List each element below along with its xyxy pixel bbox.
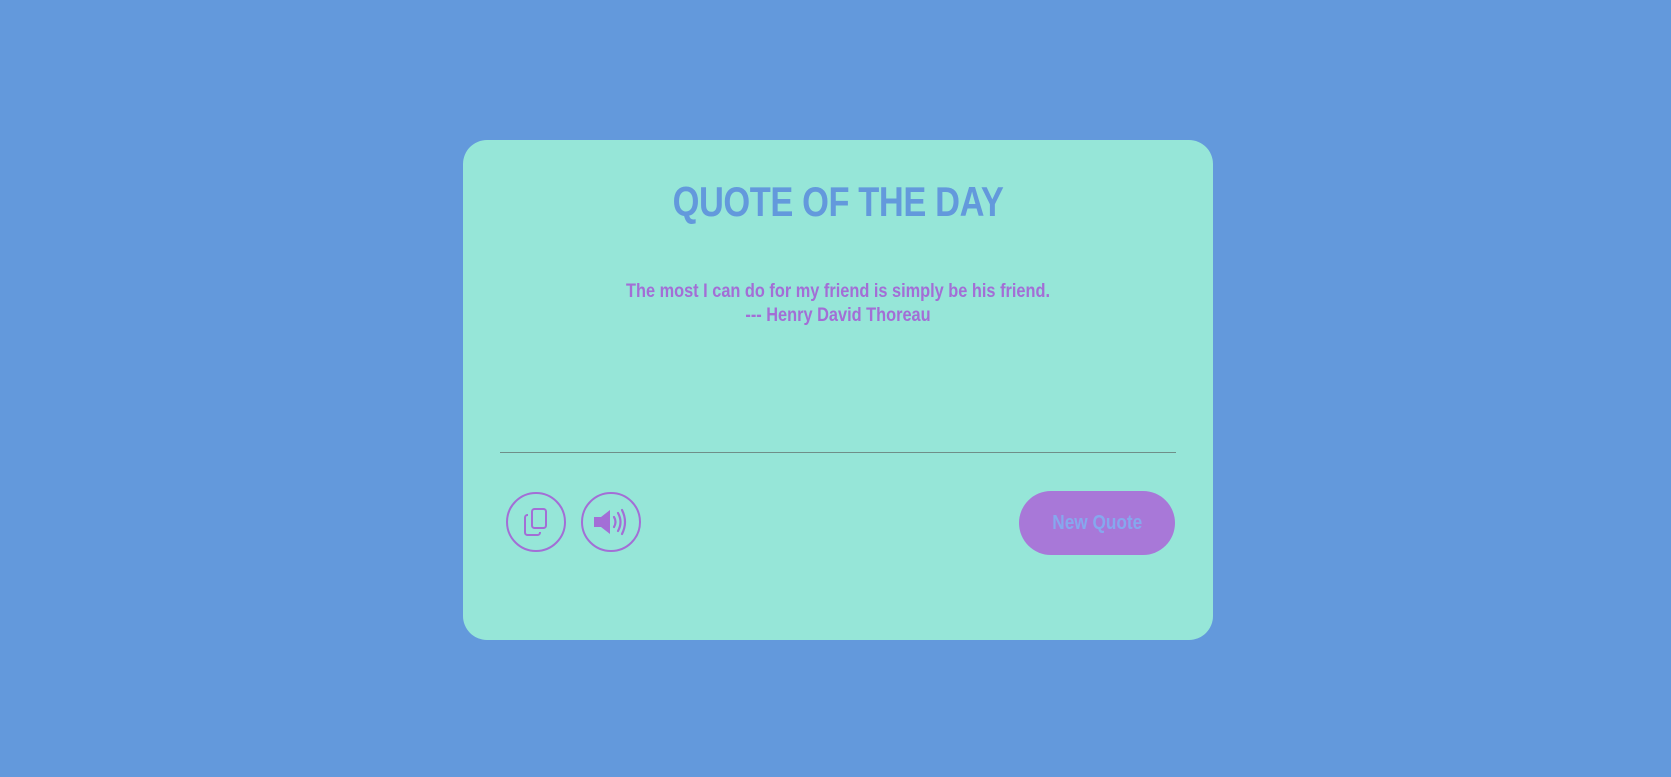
quote-text: The most I can do for my friend is simpl…: [625, 281, 1051, 302]
new-quote-button[interactable]: New Quote: [1019, 491, 1175, 555]
speaker-icon: [592, 507, 630, 537]
page-title: QUOTE OF THE DAY: [672, 178, 1004, 225]
new-quote-label: New Quote: [1052, 511, 1142, 534]
copy-icon: [522, 507, 550, 537]
divider: [500, 452, 1176, 453]
quote-block: The most I can do for my friend is simpl…: [516, 280, 1161, 328]
quote-author: --- Henry David Thoreau: [745, 305, 931, 326]
speak-button[interactable]: [581, 492, 641, 552]
copy-button[interactable]: [506, 492, 566, 552]
quote-card: QUOTE OF THE DAY The most I can do for m…: [463, 140, 1213, 640]
